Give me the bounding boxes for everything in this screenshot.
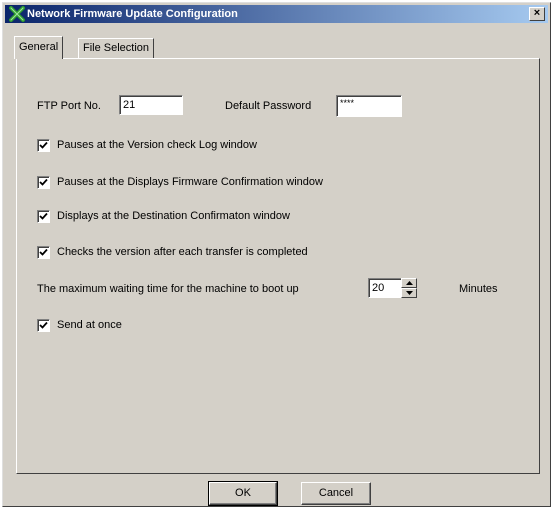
tab-general-label: General	[19, 41, 59, 53]
check-icon	[39, 141, 48, 149]
check-icon	[39, 321, 48, 329]
boot-wait-label: The maximum waiting time for the machine…	[37, 283, 299, 295]
spin-down-button[interactable]	[401, 288, 417, 298]
check-icon	[39, 248, 48, 256]
default-password-input[interactable]: ****	[336, 95, 402, 117]
tab-file-selection[interactable]: File Selection	[78, 38, 155, 58]
check-version-after-transfer-label: Checks the version after each transfer i…	[57, 246, 308, 258]
app-icon	[9, 6, 25, 22]
chevron-down-icon	[406, 291, 413, 295]
title-bar[interactable]: Network Firmware Update Configuration ×	[5, 5, 548, 23]
tab-panel-general: FTP Port No. 21 Default Password **** Pa…	[16, 58, 540, 474]
pause-firmware-confirm-checkbox[interactable]	[37, 176, 50, 189]
boot-wait-spinner[interactable]	[401, 278, 417, 298]
ok-button[interactable]: OK	[208, 481, 278, 506]
tab-general[interactable]: General	[14, 36, 64, 59]
close-icon: ×	[533, 7, 541, 19]
ftp-port-label: FTP Port No.	[37, 100, 101, 112]
send-at-once-label: Send at once	[57, 319, 122, 331]
send-at-once-checkbox[interactable]	[37, 319, 50, 332]
window-title: Network Firmware Update Configuration	[27, 8, 238, 20]
cancel-button[interactable]: Cancel	[301, 482, 371, 505]
destination-confirm-checkbox[interactable]	[37, 210, 50, 223]
check-icon	[39, 212, 48, 220]
check-icon	[39, 178, 48, 186]
pause-version-check-label: Pauses at the Version check Log window	[57, 139, 257, 151]
destination-confirm-label: Displays at the Destination Confirmaton …	[57, 210, 290, 222]
boot-wait-unit: Minutes	[459, 283, 498, 295]
close-button[interactable]: ×	[529, 7, 545, 21]
pause-firmware-confirm-label: Pauses at the Displays Firmware Confirma…	[57, 176, 323, 188]
pause-version-check-checkbox[interactable]	[37, 139, 50, 152]
spin-up-button[interactable]	[401, 278, 417, 288]
default-password-label: Default Password	[225, 100, 312, 112]
dialog-window: Network Firmware Update Configuration × …	[2, 2, 551, 507]
check-version-after-transfer-checkbox[interactable]	[37, 246, 50, 259]
tab-file-selection-label: File Selection	[83, 42, 150, 54]
boot-wait-input[interactable]: 20	[368, 278, 402, 298]
chevron-up-icon	[406, 281, 413, 285]
ftp-port-input[interactable]: 21	[119, 95, 183, 115]
